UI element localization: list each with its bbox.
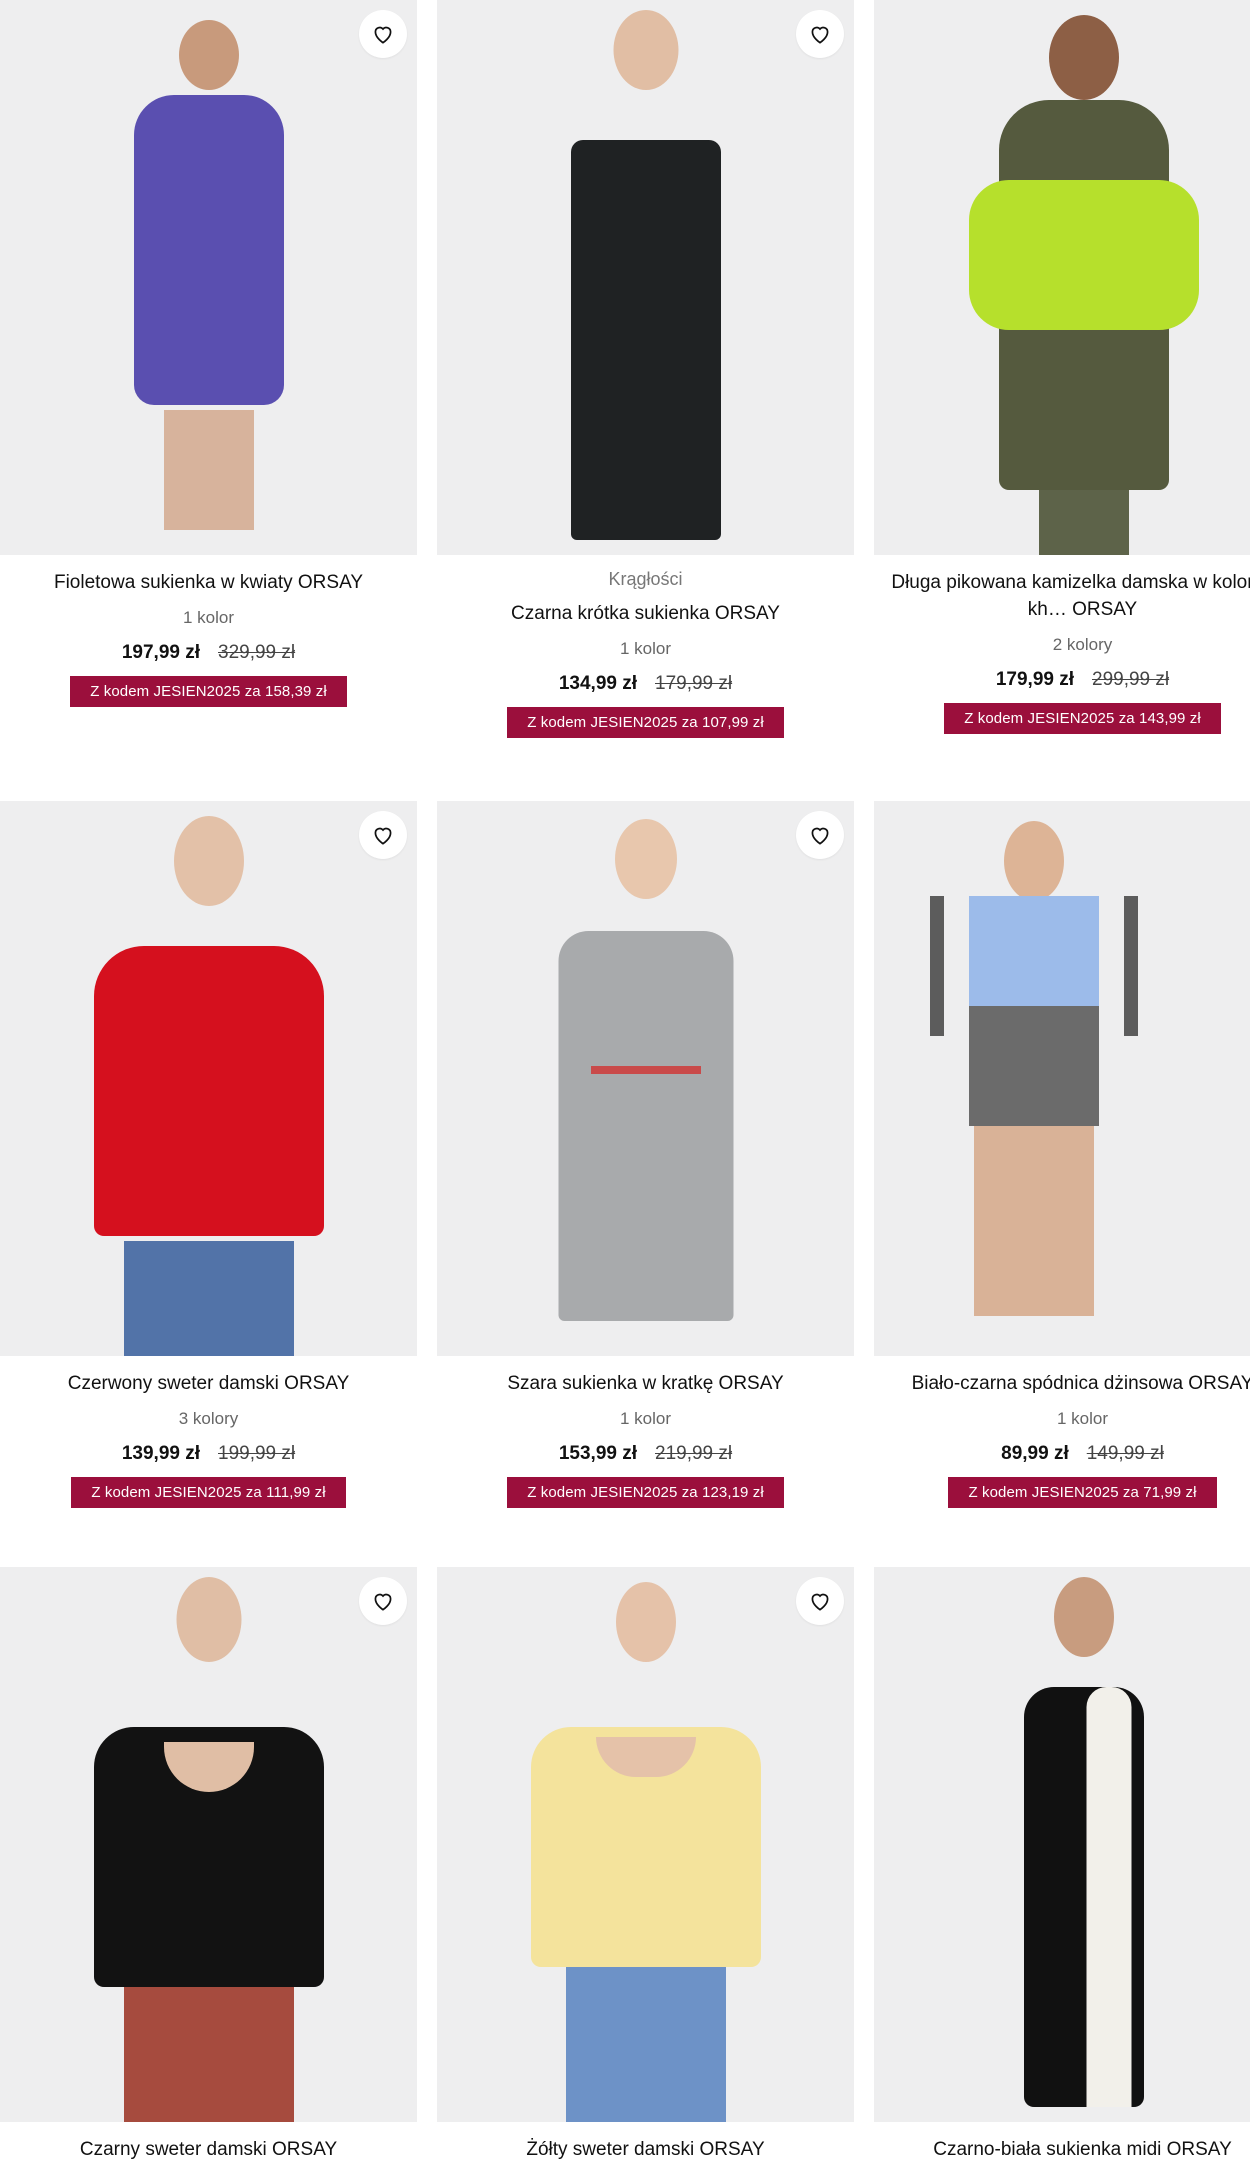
heart-outline-icon [811, 1593, 829, 1611]
color-count: 1 kolor [182, 608, 235, 627]
old-price: 299,99 zł [1092, 669, 1170, 690]
model-figure [1054, 1577, 1114, 1657]
favorite-button[interactable] [796, 1577, 844, 1625]
product-card[interactable]: Długa pikowana kamizelka damska w kolorz… [874, 0, 1250, 734]
heart-outline-icon [374, 827, 392, 845]
lime-sleeves [969, 180, 1199, 330]
old-price: 219,99 zł [655, 1443, 733, 1464]
current-price: 139,99 zł [121, 1443, 201, 1464]
model-figure [613, 10, 678, 90]
product-name[interactable]: Czarno-biała sukienka midi ORSAY [874, 2136, 1250, 2163]
model-legs [163, 410, 254, 530]
color-count: 2 kolory [1052, 635, 1113, 654]
black-dress-shape [570, 140, 721, 540]
product-image[interactable] [0, 0, 417, 555]
old-price: 149,99 zł [1086, 1443, 1164, 1464]
promo-code-badge: Z kodem JESIEN2025 za 123,19 zł [507, 1477, 784, 1508]
product-image[interactable] [874, 1567, 1250, 2122]
product-card[interactable]: Biało-czarna spódnica dżinsowa ORSAY 1 k… [874, 801, 1250, 1508]
favorite-button[interactable] [796, 811, 844, 859]
heart-outline-icon [374, 1593, 392, 1611]
red-belt [590, 1066, 701, 1074]
current-price: 197,99 zł [121, 642, 201, 663]
promo-code-badge: Z kodem JESIEN2025 za 143,99 zł [944, 703, 1221, 734]
favorite-button[interactable] [796, 10, 844, 58]
product-name[interactable]: Czarny sweter damski ORSAY [0, 2136, 417, 2163]
product-image[interactable] [0, 1567, 417, 2122]
current-price: 89,99 zł [1001, 1443, 1069, 1464]
favorite-button[interactable] [359, 10, 407, 58]
current-price: 153,99 zł [558, 1443, 638, 1464]
product-image[interactable] [437, 1567, 854, 2122]
product-name[interactable]: Fioletowa sukienka w kwiaty ORSAY [0, 569, 417, 596]
promo-code-badge: Z kodem JESIEN2025 za 111,99 zł [71, 1477, 346, 1508]
product-name[interactable]: Żółty sweter damski ORSAY [437, 2136, 854, 2163]
old-price: 329,99 zł [218, 642, 296, 663]
promo-code-badge: Z kodem JESIEN2025 za 107,99 zł [507, 707, 784, 738]
red-sweater-shape [93, 946, 324, 1236]
product-card[interactable]: Krągłości Czarna krótka sukienka ORSAY 1… [437, 0, 854, 738]
heart-outline-icon [811, 26, 829, 44]
jeans-shape [123, 1241, 294, 1356]
favorite-button[interactable] [359, 811, 407, 859]
color-count: 1 kolor [619, 639, 672, 658]
product-card[interactable]: Żółty sweter damski ORSAY [437, 1567, 854, 2163]
product-card[interactable]: Czarny sweter damski ORSAY [0, 1567, 417, 2163]
old-price: 199,99 zł [218, 1443, 296, 1464]
product-card[interactable]: Czarno-biała sukienka midi ORSAY [874, 1567, 1250, 2163]
favorite-button[interactable] [359, 1577, 407, 1625]
collection-label: Krągłości [608, 569, 683, 589]
product-image[interactable] [874, 0, 1250, 555]
current-price: 134,99 zł [558, 673, 638, 694]
model-figure [1049, 15, 1119, 100]
current-price: 179,99 zł [995, 669, 1075, 690]
product-name[interactable]: Czerwony sweter damski ORSAY [0, 1370, 417, 1397]
color-count: 1 kolor [1056, 1409, 1109, 1428]
product-name[interactable]: Szara sukienka w kratkę ORSAY [437, 1370, 854, 1397]
model-legs [974, 1126, 1094, 1316]
tweed-skirt-shape [969, 1006, 1099, 1126]
model-figure [178, 20, 239, 90]
old-price: 179,99 zł [655, 673, 733, 694]
product-card[interactable]: Czerwony sweter damski ORSAY 3 kolory 13… [0, 801, 417, 1508]
jeans-shape [565, 1967, 726, 2122]
product-image[interactable] [437, 801, 854, 1356]
model-figure [1004, 821, 1064, 901]
promo-code-badge: Z kodem JESIEN2025 za 71,99 zł [948, 1477, 1217, 1508]
product-image[interactable] [874, 801, 1250, 1356]
product-name[interactable]: Długa pikowana kamizelka damska w kolorz… [874, 569, 1250, 623]
color-count: 3 kolory [178, 1409, 239, 1428]
model-figure [176, 1577, 241, 1662]
white-panel [1086, 1687, 1132, 2107]
grey-check-dress-shape [558, 931, 733, 1321]
model-figure [615, 1582, 676, 1662]
red-trousers-shape [123, 1987, 294, 2122]
color-count: 1 kolor [619, 1409, 672, 1428]
product-card[interactable]: Szara sukienka w kratkę ORSAY 1 kolor 15… [437, 801, 854, 1508]
model-figure [173, 816, 244, 906]
heart-outline-icon [811, 827, 829, 845]
model-figure [614, 819, 677, 899]
product-name[interactable]: Czarna krótka sukienka ORSAY [437, 600, 854, 627]
product-card[interactable]: Fioletowa sukienka w kwiaty ORSAY 1 kolo… [0, 0, 417, 707]
product-image[interactable] [0, 801, 417, 1356]
product-image[interactable] [437, 0, 854, 555]
model-legs [1039, 490, 1129, 555]
promo-code-badge: Z kodem JESIEN2025 za 158,39 zł [70, 676, 347, 707]
product-name[interactable]: Biało-czarna spódnica dżinsowa ORSAY [874, 1370, 1250, 1397]
heart-outline-icon [374, 26, 392, 44]
floral-dress-shape [133, 95, 284, 405]
